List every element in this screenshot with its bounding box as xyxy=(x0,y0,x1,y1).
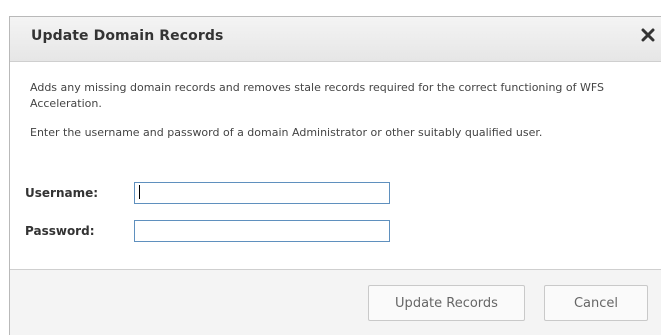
password-field[interactable] xyxy=(134,220,390,242)
instruction-text: Enter the username and password of a dom… xyxy=(30,126,543,139)
description-text: Adds any missing domain records and remo… xyxy=(30,81,605,110)
dialog-titlebar: Update Domain Records xyxy=(10,17,661,62)
password-label: Password: xyxy=(25,224,95,238)
update-domain-records-dialog: Update Domain Records Adds any missing d… xyxy=(9,16,661,335)
close-icon[interactable] xyxy=(641,27,655,42)
cancel-button[interactable]: Cancel xyxy=(544,285,648,321)
dialog-content: Adds any missing domain records and remo… xyxy=(30,80,660,141)
username-field[interactable] xyxy=(134,182,390,204)
text-cursor xyxy=(139,185,140,199)
username-label: Username: xyxy=(25,186,99,200)
update-records-button[interactable]: Update Records xyxy=(368,285,525,321)
dialog-title: Update Domain Records xyxy=(31,28,224,44)
